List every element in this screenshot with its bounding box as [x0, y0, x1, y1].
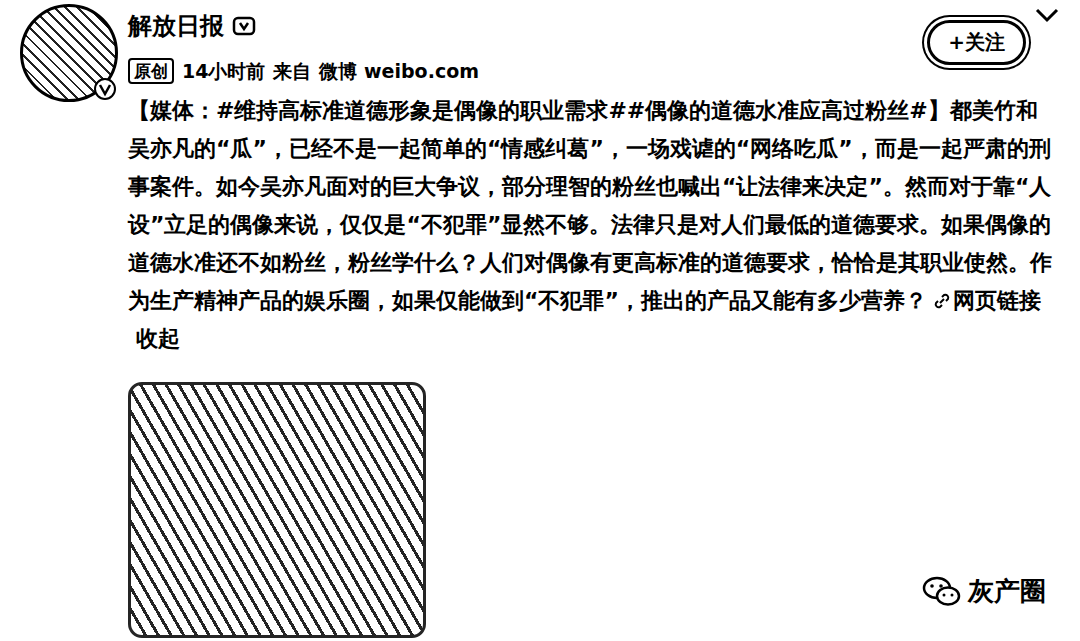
link-icon [933, 292, 951, 310]
web-link[interactable]: 网页链接 [927, 288, 1041, 313]
source-tag: 原创 [128, 58, 174, 84]
author-info: 解放日报原创 14小时前来自微博 weibo.com [128, 0, 479, 84]
chevron-down-icon[interactable] [1034, 6, 1060, 24]
weibo-post: 解放日报原创 14小时前来自微博 weibo.com +关注【媒体：#维持高标准道德… [0, 0, 1080, 641]
collapse-link[interactable]: 收起 [136, 326, 180, 351]
post-main: 解放日报原创 14小时前来自微博 weibo.com +关注【媒体：#维持高标准道德… [128, 0, 1080, 641]
verified-icon [93, 77, 117, 101]
follow-button[interactable]: +关注 [927, 20, 1026, 65]
header-actions: +关注 [927, 0, 1060, 65]
post-header: 解放日报原创 14小时前来自微博 weibo.com +关注 [128, 0, 1060, 84]
client-name[interactable]: 微博 weibo.com [319, 58, 479, 84]
name-row: 解放日报 [128, 10, 479, 42]
wechat-icon [922, 575, 962, 609]
post-photo[interactable] [128, 382, 426, 638]
avatar-cell [0, 0, 128, 641]
post-time[interactable]: 14小时前 [182, 58, 265, 84]
member-badge-icon [232, 15, 256, 37]
post-body: 【媒体：#维持高标准道德形象是偶像的职业需求##偶像的道德水准应高过粉丝#】都美… [128, 92, 1056, 358]
watermark-text: 灰产圈 [968, 574, 1046, 609]
avatar[interactable] [20, 4, 118, 102]
meta-row: 原创 14小时前来自微博 weibo.com [128, 58, 479, 84]
from-label: 来自 [273, 58, 311, 84]
watermark: 灰产圈 [918, 572, 1050, 611]
author-name[interactable]: 解放日报 [128, 10, 224, 42]
